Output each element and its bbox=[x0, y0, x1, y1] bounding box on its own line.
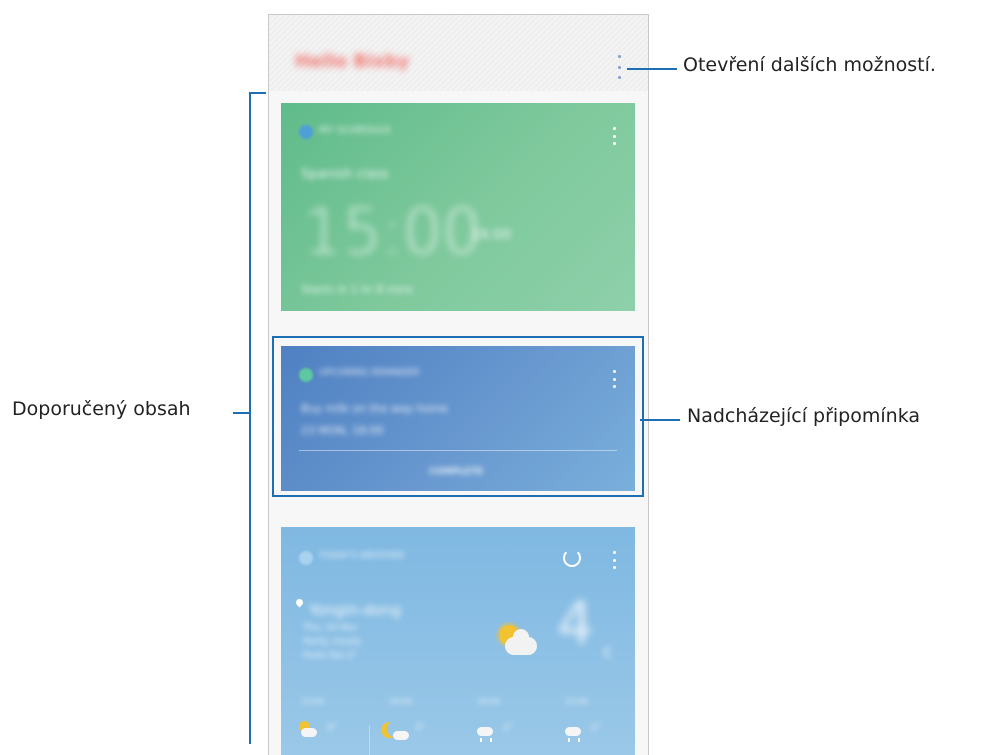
weather-condition: Partly cloudy bbox=[303, 637, 362, 647]
hour-time: 13:00 bbox=[301, 697, 325, 706]
hour-temp: 4° bbox=[327, 723, 338, 733]
callout-bracket bbox=[249, 92, 251, 744]
hourly-forecast-item: 16:00 3° bbox=[373, 695, 457, 755]
weather-card-header: TODAY'S WEATHER bbox=[319, 551, 405, 561]
greeting-title: Hello Bixby bbox=[295, 51, 410, 72]
refresh-icon[interactable] bbox=[563, 549, 581, 567]
hourly-forecast-item: 13:00 4° bbox=[285, 695, 369, 755]
callout-upcoming-reminder: Nadcházející připomínka bbox=[687, 405, 921, 427]
more-options-icon bbox=[617, 55, 621, 58]
sun-cloud-icon bbox=[297, 719, 319, 741]
callout-recommended-content: Doporučený obsah bbox=[12, 398, 191, 420]
schedule-card[interactable]: MY SCHEDULE Spanish class 15:00 16:00 St… bbox=[281, 103, 635, 311]
schedule-card-menu-icon[interactable] bbox=[611, 127, 617, 145]
hour-time: 19:00 bbox=[477, 697, 501, 706]
location-pin-icon bbox=[294, 597, 305, 608]
weather-location: Yongin-dong bbox=[309, 601, 402, 619]
callout-line bbox=[233, 412, 251, 414]
weather-feels-like: Feels like 2° bbox=[303, 651, 358, 661]
more-options-button[interactable] bbox=[612, 55, 626, 79]
schedule-end-time: 16:00 bbox=[471, 227, 512, 243]
callout-more-options: Otevření dalších možností. bbox=[683, 54, 936, 76]
hourly-forecast-item: 22:00 2° bbox=[549, 695, 633, 755]
schedule-time: 15:00 bbox=[303, 195, 482, 268]
hour-time: 22:00 bbox=[565, 697, 589, 706]
weather-card-menu-icon[interactable] bbox=[611, 551, 617, 569]
hour-time: 16:00 bbox=[389, 697, 413, 706]
hour-temp: 2° bbox=[503, 723, 514, 733]
weather-date: Thu, 24 Nov bbox=[303, 623, 358, 633]
cloud-icon bbox=[505, 629, 537, 655]
snow-cloud-icon bbox=[561, 719, 583, 742]
callout-line bbox=[640, 419, 680, 421]
moon-icon bbox=[385, 719, 409, 741]
weather-app-icon bbox=[299, 551, 313, 565]
temperature-unit: c bbox=[603, 641, 613, 662]
weather-card[interactable]: TODAY'S WEATHER Yongin-dong Thu, 24 Nov … bbox=[281, 527, 635, 755]
callout-bracket-top bbox=[249, 92, 266, 94]
schedule-title: Spanish class bbox=[301, 167, 389, 182]
current-temperature: 4 bbox=[557, 589, 594, 657]
top-bar: Hello Bixby bbox=[269, 15, 648, 91]
rain-cloud-icon bbox=[473, 719, 495, 742]
divider bbox=[369, 725, 370, 755]
callout-line bbox=[627, 68, 677, 70]
hourly-forecast-item: 19:00 2° bbox=[461, 695, 545, 755]
schedule-card-header: MY SCHEDULE bbox=[319, 125, 391, 136]
reminder-highlight-box bbox=[272, 336, 644, 497]
schedule-starts-in: Starts in 1 hr 8 mins bbox=[301, 283, 414, 296]
hour-temp: 2° bbox=[591, 723, 602, 733]
calendar-icon bbox=[299, 125, 313, 139]
hour-temp: 3° bbox=[415, 723, 426, 733]
